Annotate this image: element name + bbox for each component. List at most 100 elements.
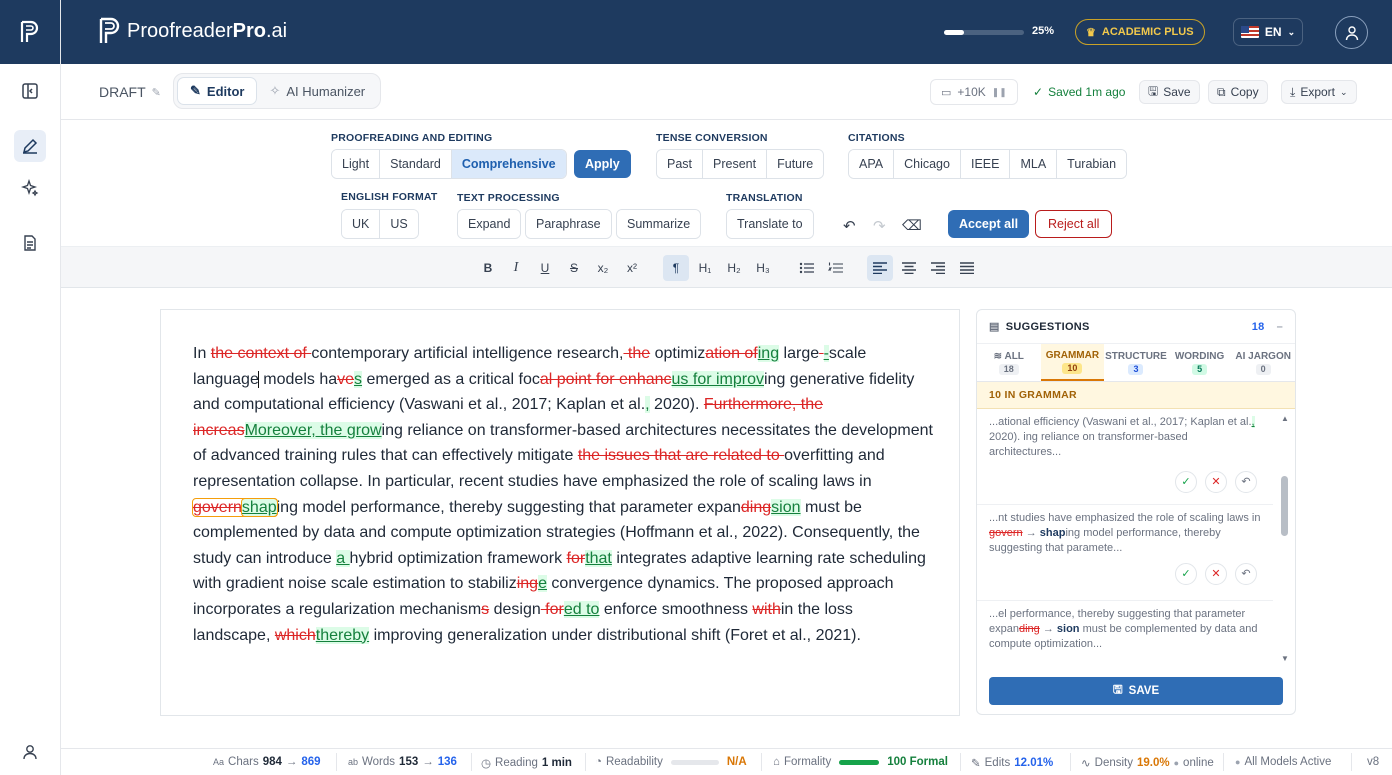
align-right-icon[interactable] bbox=[925, 255, 951, 281]
summarize-button[interactable]: Summarize bbox=[617, 210, 701, 238]
eraser-icon[interactable]: ⌫ bbox=[902, 217, 922, 234]
justify-icon[interactable] bbox=[954, 255, 980, 281]
doc-insertion[interactable]: e bbox=[538, 575, 547, 593]
doc-deletion[interactable]: ding bbox=[741, 499, 771, 516]
document-text[interactable]: In the context of contemporary artificia… bbox=[192, 341, 933, 648]
doc-insertion[interactable]: thereby bbox=[315, 626, 370, 644]
doc-insertion[interactable]: us for improv bbox=[671, 370, 764, 388]
doc-deletion[interactable]: ve bbox=[337, 371, 354, 388]
tense-past[interactable]: Past bbox=[657, 150, 704, 178]
underline-icon[interactable]: U bbox=[532, 255, 558, 281]
doc-deletion[interactable]: the issues that are related to bbox=[578, 447, 784, 464]
tab-editor[interactable]: ✎ Editor bbox=[177, 77, 258, 105]
subscript-icon[interactable]: x₂ bbox=[590, 255, 616, 281]
citation-ieee[interactable]: IEEE bbox=[960, 150, 1011, 178]
citation-apa[interactable]: APA bbox=[849, 150, 895, 178]
heading2-icon[interactable]: H₂ bbox=[721, 255, 747, 281]
doc-deletion[interactable]: with bbox=[752, 601, 780, 618]
accept-all-button[interactable]: Accept all bbox=[948, 210, 1030, 238]
redo-icon[interactable]: ↷ bbox=[873, 217, 886, 235]
scroll-thumb[interactable] bbox=[1281, 476, 1288, 536]
edit-pencil-icon[interactable]: ✎ bbox=[152, 86, 161, 99]
doc-insertion[interactable]: s bbox=[354, 370, 363, 388]
apply-button[interactable]: Apply bbox=[574, 150, 631, 178]
suggestion-card[interactable]: ...nt studies have emphasized the role o… bbox=[977, 511, 1273, 601]
translate-button[interactable]: Translate to bbox=[727, 210, 813, 238]
citation-chicago[interactable]: Chicago bbox=[894, 150, 961, 178]
suggestion-card[interactable]: ...ational efficiency (Vaswani et al., 2… bbox=[977, 415, 1273, 505]
accept-check-icon[interactable]: ✓ bbox=[1175, 563, 1197, 585]
collapse-icon[interactable]: – bbox=[1277, 321, 1283, 333]
superscript-icon[interactable]: x² bbox=[619, 255, 645, 281]
italic-icon[interactable]: I bbox=[503, 255, 529, 281]
tense-present[interactable]: Present bbox=[703, 150, 768, 178]
scroll-down-icon[interactable]: ▼ bbox=[1281, 654, 1289, 663]
document-icon[interactable] bbox=[14, 227, 46, 259]
doc-insertion[interactable]: Moreover, the grow bbox=[244, 421, 382, 439]
save-suggestions-button[interactable]: 🖫 SAVE bbox=[989, 677, 1283, 705]
tense-future[interactable]: Future bbox=[767, 150, 824, 178]
scroll-up-icon[interactable]: ▲ bbox=[1281, 414, 1289, 423]
reject-all-button[interactable]: Reject all bbox=[1035, 210, 1113, 238]
tab-ai-humanizer[interactable]: ✧ AI Humanizer bbox=[257, 77, 377, 105]
doc-insertion[interactable]: ed to bbox=[563, 600, 600, 618]
tab-all[interactable]: ≋ ALL 18 bbox=[977, 344, 1041, 381]
bold-icon[interactable]: B bbox=[475, 255, 501, 281]
doc-deletion[interactable]: the context of bbox=[211, 345, 312, 362]
sparkle-icon[interactable] bbox=[14, 172, 46, 204]
doc-deletion[interactable]: the bbox=[623, 345, 650, 362]
heading1-icon[interactable]: H₁ bbox=[692, 255, 718, 281]
align-left-icon[interactable] bbox=[867, 255, 893, 281]
suggestion-scrollbar[interactable]: ▲ ▼ bbox=[1279, 414, 1289, 663]
heading3-icon[interactable]: H₃ bbox=[750, 255, 776, 281]
citation-turabian[interactable]: Turabian bbox=[1057, 150, 1127, 178]
paragraph-icon[interactable]: ¶ bbox=[663, 255, 689, 281]
undo-icon[interactable]: ↶ bbox=[843, 217, 856, 235]
brand-logo[interactable]: ProofreaderPro.ai bbox=[97, 16, 287, 46]
suggestion-card[interactable]: ...el performance, thereby suggesting th… bbox=[977, 607, 1273, 663]
doc-deletion[interactable]: which bbox=[275, 627, 316, 644]
doc-deletion[interactable]: for bbox=[567, 550, 586, 567]
reject-x-icon[interactable]: ✕ bbox=[1205, 563, 1227, 585]
profile-icon[interactable] bbox=[14, 736, 46, 768]
export-button[interactable]: ⤓ Export ⌄ bbox=[1281, 80, 1357, 104]
align-center-icon[interactable] bbox=[896, 255, 922, 281]
tab-wording[interactable]: WORDING 5 bbox=[1168, 344, 1232, 381]
plan-badge[interactable]: ♛ ACADEMIC PLUS bbox=[1075, 19, 1205, 45]
accept-check-icon[interactable]: ✓ bbox=[1175, 471, 1197, 493]
tab-grammar[interactable]: GRAMMAR 10 bbox=[1040, 344, 1105, 381]
doc-insertion[interactable]: shap bbox=[240, 497, 278, 517]
expand-button[interactable]: Expand bbox=[458, 210, 521, 238]
doc-deletion[interactable]: al point for enhanc bbox=[540, 371, 672, 388]
undo-icon[interactable]: ↶ bbox=[1235, 563, 1257, 585]
doc-insertion[interactable]: that bbox=[585, 549, 612, 567]
token-counter[interactable]: ▭ +10K ❚❚ bbox=[930, 79, 1018, 105]
undo-icon[interactable]: ↶ bbox=[1235, 471, 1257, 493]
level-light[interactable]: Light bbox=[332, 150, 381, 178]
save-button[interactable]: 🖫 Save bbox=[1139, 80, 1200, 104]
paraphrase-button[interactable]: Paraphrase bbox=[526, 210, 611, 238]
doc-deletion[interactable]: govern bbox=[193, 499, 242, 516]
editor-pen-icon[interactable] bbox=[14, 130, 46, 162]
doc-deletion[interactable]: s bbox=[481, 601, 489, 618]
strikethrough-icon[interactable]: S bbox=[561, 255, 587, 281]
bullet-list-icon[interactable] bbox=[794, 255, 820, 281]
tab-ai-jargon[interactable]: AI JARGON 0 bbox=[1231, 344, 1295, 381]
english-us[interactable]: US bbox=[380, 210, 418, 238]
tab-structure[interactable]: STRUCTURE 3 bbox=[1104, 344, 1168, 381]
doc-deletion[interactable]: ation of bbox=[705, 345, 757, 362]
rail-logo[interactable] bbox=[0, 0, 60, 64]
doc-deletion[interactable] bbox=[819, 345, 823, 362]
copy-button[interactable]: ⧉ Copy bbox=[1208, 80, 1268, 104]
doc-insertion[interactable]: sion bbox=[771, 498, 801, 516]
doc-deletion[interactable]: for bbox=[541, 601, 564, 618]
language-selector[interactable]: EN ⌄ bbox=[1233, 18, 1303, 46]
editor-pane[interactable]: In the context of contemporary artificia… bbox=[160, 309, 960, 716]
level-standard[interactable]: Standard bbox=[380, 150, 452, 178]
reject-x-icon[interactable]: ✕ bbox=[1205, 471, 1227, 493]
user-avatar-icon[interactable] bbox=[1335, 16, 1368, 49]
level-comprehensive[interactable]: Comprehensive bbox=[451, 150, 566, 178]
numbered-list-icon[interactable] bbox=[823, 255, 849, 281]
active-suggestion[interactable]: governshap bbox=[192, 497, 278, 517]
citation-mla[interactable]: MLA bbox=[1010, 150, 1058, 178]
